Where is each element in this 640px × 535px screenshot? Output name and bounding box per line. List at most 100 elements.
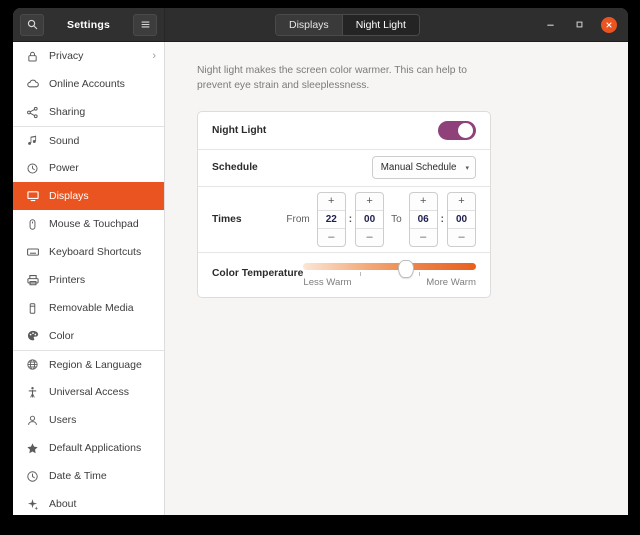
night-light-row: Night Light [198, 112, 490, 149]
search-button[interactable] [20, 13, 44, 36]
from-minute-increment[interactable]: + [356, 193, 383, 210]
sidebar-item-label: Displays [49, 190, 89, 202]
slider-tick [360, 272, 362, 277]
sidebar-item-label: Default Applications [49, 442, 142, 454]
titlebar-left-section: Settings [13, 8, 165, 41]
info-sparkle-icon [25, 497, 40, 512]
printer-icon [25, 273, 40, 288]
chevron-down-icon: ▾ [465, 164, 469, 172]
to-hour-value[interactable]: 06 [409, 209, 437, 229]
color-icon [25, 329, 40, 344]
sidebar-item-region-language[interactable]: Region & Language [13, 350, 164, 378]
to-minute-increment[interactable]: + [448, 193, 475, 210]
lock-icon [25, 49, 40, 64]
to-minute-stepper[interactable]: + 00 – [447, 191, 476, 247]
to-hour-stepper[interactable]: + 06 – [408, 191, 438, 247]
sidebar-item-users[interactable]: Users [13, 406, 164, 434]
window-controls [543, 16, 622, 33]
titlebar-right-section: Displays Night Light [165, 8, 628, 41]
to-minute-decrement[interactable]: – [448, 229, 475, 246]
night-light-card: Night Light Schedule Manual Schedule ▾ T… [197, 110, 491, 298]
from-time-group: From + 22 – : + 00 – [279, 191, 385, 247]
from-hour-decrement[interactable]: – [318, 229, 345, 246]
from-hour-increment[interactable]: + [318, 193, 345, 210]
toggle-knob [458, 122, 473, 138]
sidebar-item-date-time[interactable]: Date & Time [13, 462, 164, 490]
slider-track[interactable] [303, 263, 476, 271]
sidebar-item-label: About [49, 498, 77, 510]
sidebar-item-color[interactable]: Color [13, 322, 164, 350]
from-time-colon: : [348, 213, 353, 225]
to-minute-value[interactable]: 00 [448, 209, 475, 229]
to-hour-increment[interactable]: + [410, 193, 437, 210]
minimize-button[interactable] [543, 17, 558, 32]
sidebar-item-sound[interactable]: Sound [13, 126, 164, 154]
sidebar-item-default-applications[interactable]: Default Applications [13, 434, 164, 462]
user-icon [25, 413, 40, 428]
sidebar-item-power[interactable]: Power [13, 154, 164, 182]
tab-displays[interactable]: Displays [276, 14, 342, 35]
sidebar-item-sharing[interactable]: Sharing [13, 98, 164, 126]
power-icon [25, 161, 40, 176]
close-button[interactable] [601, 16, 617, 33]
search-icon [27, 19, 38, 30]
schedule-row: Schedule Manual Schedule ▾ [198, 148, 490, 186]
window-body: Privacy › Online Accounts Sharing Sound Power… [13, 42, 628, 515]
sidebar-item-removable-media[interactable]: Removable Media [13, 294, 164, 322]
maximize-button[interactable] [572, 17, 587, 32]
color-temperature-slider[interactable]: Less Warm More Warm [303, 259, 476, 288]
sidebar-item-keyboard-shortcuts[interactable]: Keyboard Shortcuts [13, 238, 164, 266]
titlebar: Settings Displays Night Light [13, 8, 628, 42]
from-minute-value[interactable]: 00 [356, 209, 384, 229]
sidebar-item-label: Mouse & Touchpad [49, 218, 139, 230]
sidebar-item-printers[interactable]: Printers [13, 266, 164, 294]
sidebar-item-label: Removable Media [49, 302, 134, 314]
menu-button[interactable] [133, 13, 157, 36]
chevron-right-icon: › [152, 50, 156, 62]
color-temperature-row: Color Temperature Less Warm More Warm [198, 251, 490, 297]
keyboard-icon [25, 245, 40, 260]
cloud-icon [25, 77, 40, 92]
sidebar-item-label: Keyboard Shortcuts [49, 246, 142, 258]
sidebar-item-label: Sharing [49, 106, 86, 118]
removable-media-icon [25, 301, 40, 316]
mouse-icon [25, 217, 40, 232]
to-hour-decrement[interactable]: – [410, 229, 437, 246]
main-panel: Night light makes the screen color warme… [165, 42, 628, 515]
slider-labels: Less Warm More Warm [303, 277, 476, 288]
accessibility-icon [25, 385, 40, 400]
sidebar-item-about[interactable]: About [13, 490, 164, 515]
view-tabs: Displays Night Light [275, 13, 420, 36]
night-light-toggle[interactable] [438, 120, 476, 140]
from-hour-value[interactable]: 22 [317, 209, 345, 229]
settings-window: Settings Displays Night Light Privacy › … [13, 8, 628, 515]
sidebar-item-mouse-touchpad[interactable]: Mouse & Touchpad [13, 210, 164, 238]
night-light-control [438, 120, 476, 140]
globe-icon [25, 357, 40, 372]
tab-night-light[interactable]: Night Light [341, 14, 419, 35]
hamburger-menu-icon [140, 19, 151, 30]
sidebar: Privacy › Online Accounts Sharing Sound Power… [13, 42, 165, 515]
schedule-label: Schedule [212, 162, 258, 174]
sidebar-item-universal-access[interactable]: Universal Access [13, 378, 164, 406]
sidebar-item-label: Sound [49, 134, 80, 147]
app-title: Settings [66, 18, 111, 31]
schedule-dropdown[interactable]: Manual Schedule ▾ [371, 156, 476, 180]
times-row: Times From + 22 – : + 00 – To + 06 –: +… [198, 185, 490, 252]
sidebar-item-displays[interactable]: Displays [13, 182, 164, 210]
sidebar-item-label: Region & Language [49, 358, 142, 371]
music-note-icon [25, 133, 40, 148]
share-icon [25, 105, 40, 120]
sidebar-item-label: Online Accounts [49, 78, 125, 90]
sidebar-item-label: Date & Time [49, 470, 107, 482]
slider-min-label: Less Warm [303, 277, 352, 289]
from-minute-decrement[interactable]: – [356, 229, 383, 246]
slider-tick [419, 272, 421, 277]
sidebar-item-online-accounts[interactable]: Online Accounts [13, 70, 164, 98]
from-hour-stepper[interactable]: + 22 – [316, 191, 346, 247]
sidebar-item-label: Power [49, 162, 79, 174]
to-time-colon: : [440, 213, 444, 225]
from-minute-stepper[interactable]: + 00 – [355, 191, 385, 247]
slider-handle[interactable] [398, 260, 415, 279]
sidebar-item-privacy[interactable]: Privacy › [13, 42, 164, 70]
